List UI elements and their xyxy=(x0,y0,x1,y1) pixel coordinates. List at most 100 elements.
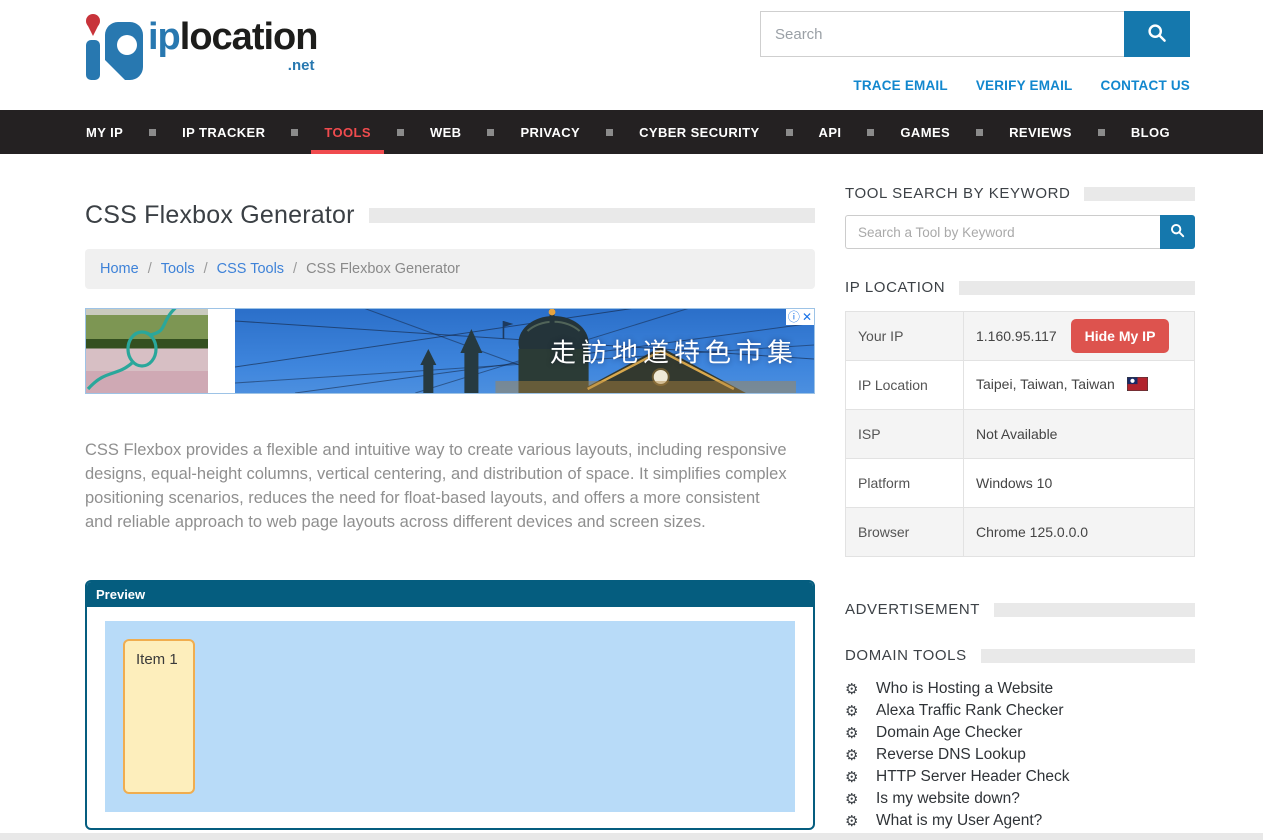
domain-tool-link[interactable]: Who is Hosting a Website xyxy=(876,680,1053,698)
heading-decoration xyxy=(369,208,815,223)
row-value: 1.160.95.117 Hide My IP xyxy=(964,312,1195,361)
site-search-button[interactable] xyxy=(1124,11,1190,57)
gear-icon: ⚙ xyxy=(845,724,876,742)
nav-separator xyxy=(606,129,613,136)
breadcrumb-tools[interactable]: Tools xyxy=(161,261,195,277)
nav-separator xyxy=(149,129,156,136)
breadcrumb-separator: / xyxy=(293,261,297,277)
domain-tool-link[interactable]: HTTP Server Header Check xyxy=(876,768,1070,786)
list-item[interactable]: ⚙ Who is Hosting a Website xyxy=(845,678,1195,700)
row-label: Platform xyxy=(846,459,964,508)
ad-choices: ⓘ ✕ xyxy=(786,309,814,325)
row-label: IP Location xyxy=(846,361,964,410)
list-item[interactable]: ⚙ Domain Age Checker xyxy=(845,722,1195,744)
nav-item-api[interactable]: API xyxy=(806,110,855,154)
row-label: Your IP xyxy=(846,312,964,361)
flex-preview-item: Item 1 xyxy=(123,639,195,794)
table-row: Platform Windows 10 xyxy=(846,459,1195,508)
flexbox-preview-card: Preview Item 1 xyxy=(85,580,815,830)
search-icon xyxy=(1170,223,1185,241)
ip-location-heading-text: IP LOCATION xyxy=(845,279,945,296)
breadcrumb-current: CSS Flexbox Generator xyxy=(306,261,460,277)
gear-icon: ⚙ xyxy=(845,746,876,764)
domain-tools-heading: DOMAIN TOOLS xyxy=(845,647,1195,664)
tool-search-input[interactable] xyxy=(845,215,1160,249)
intro-paragraph: CSS Flexbox provides a flexible and intu… xyxy=(85,438,791,534)
hide-my-ip-button[interactable]: Hide My IP xyxy=(1071,319,1170,353)
nav-separator xyxy=(291,129,298,136)
search-icon xyxy=(1147,23,1167,46)
ip-location-table: Your IP 1.160.95.117 Hide My IP IP Locat… xyxy=(845,311,1195,557)
table-row: ISP Not Available xyxy=(846,410,1195,459)
row-label: ISP xyxy=(846,410,964,459)
header-links: TRACE EMAIL VERIFY EMAIL CONTACT US xyxy=(760,78,1190,93)
nav-item-cybersecurity[interactable]: CYBER SECURITY xyxy=(626,110,772,154)
row-value: Taipei, Taiwan, Taiwan xyxy=(964,361,1195,410)
content-column: CSS Flexbox Generator Home / Tools / CSS… xyxy=(85,154,815,832)
contact-us-link[interactable]: CONTACT US xyxy=(1101,78,1191,93)
gear-icon: ⚙ xyxy=(845,702,876,720)
domain-tool-link[interactable]: Is my website down? xyxy=(876,790,1020,808)
your-ip-value: 1.160.95.117 xyxy=(976,328,1057,344)
site-logo[interactable]: iplocation .net xyxy=(80,10,317,110)
nav-item-ip-tracker[interactable]: IP TRACKER xyxy=(169,110,278,154)
verify-email-link[interactable]: VERIFY EMAIL xyxy=(976,78,1073,93)
nav-item-games[interactable]: GAMES xyxy=(887,110,963,154)
logo-location-text: location xyxy=(180,16,318,58)
logo-mark-icon xyxy=(80,10,144,89)
advertisement-heading-text: ADVERTISEMENT xyxy=(845,601,980,618)
domain-tool-link[interactable]: Alexa Traffic Rank Checker xyxy=(876,702,1064,720)
ad-info-icon[interactable]: ⓘ xyxy=(788,309,800,325)
tool-search-heading-text: TOOL SEARCH BY KEYWORD xyxy=(845,185,1070,202)
nav-item-privacy[interactable]: PRIVACY xyxy=(507,110,593,154)
nav-separator xyxy=(976,129,983,136)
list-item[interactable]: ⚙ What is my User Agent? xyxy=(845,810,1195,832)
ip-location-heading: IP LOCATION xyxy=(845,279,1195,296)
gear-icon: ⚙ xyxy=(845,768,876,786)
heading-decoration xyxy=(994,603,1195,617)
nav-separator xyxy=(397,129,404,136)
list-item[interactable]: ⚙ Alexa Traffic Rank Checker xyxy=(845,700,1195,722)
list-item[interactable]: ⚙ Is my website down? xyxy=(845,788,1195,810)
row-value: Windows 10 xyxy=(964,459,1195,508)
footer-strip xyxy=(0,833,1263,840)
nav-separator xyxy=(786,129,793,136)
logo-tld-text: .net xyxy=(148,58,317,73)
gear-icon: ⚙ xyxy=(845,812,876,830)
domain-tool-link[interactable]: Reverse DNS Lookup xyxy=(876,746,1026,764)
row-value: Not Available xyxy=(964,410,1195,459)
tool-search xyxy=(845,215,1195,249)
list-item[interactable]: ⚙ HTTP Server Header Check xyxy=(845,766,1195,788)
heading-decoration xyxy=(959,281,1195,295)
ad-left-image xyxy=(86,309,208,393)
ad-main-image: 走訪地道特色市集 ⓘ ✕ xyxy=(235,309,814,393)
list-item[interactable]: ⚙ Reverse DNS Lookup xyxy=(845,744,1195,766)
nav-item-tools[interactable]: TOOLS xyxy=(311,110,384,154)
nav-item-blog[interactable]: BLOG xyxy=(1118,110,1183,154)
breadcrumb-separator: / xyxy=(204,261,208,277)
heading-decoration xyxy=(1084,187,1195,201)
domain-tool-link[interactable]: Domain Age Checker xyxy=(876,724,1022,742)
table-row: Your IP 1.160.95.117 Hide My IP xyxy=(846,312,1195,361)
trace-email-link[interactable]: TRACE EMAIL xyxy=(853,78,947,93)
nav-separator xyxy=(487,129,494,136)
ad-banner[interactable]: 走訪地道特色市集 ⓘ ✕ xyxy=(85,308,815,394)
nav-item-my-ip[interactable]: MY IP xyxy=(73,110,136,154)
nav-item-reviews[interactable]: REVIEWS xyxy=(996,110,1085,154)
taiwan-flag-icon xyxy=(1127,377,1148,394)
breadcrumb-css-tools[interactable]: CSS Tools xyxy=(217,261,284,277)
row-label: Browser xyxy=(846,508,964,557)
advertisement-heading: ADVERTISEMENT xyxy=(845,601,1195,618)
breadcrumb-home[interactable]: Home xyxy=(100,261,139,277)
row-value: Chrome 125.0.0.0 xyxy=(964,508,1195,557)
site-header: iplocation .net TRACE EMAIL VERIFY EMAIL… xyxy=(0,0,1263,110)
nav-item-web[interactable]: WEB xyxy=(417,110,475,154)
logo-wordmark: iplocation .net xyxy=(148,18,317,73)
site-search-input[interactable] xyxy=(760,11,1124,57)
tool-search-button[interactable] xyxy=(1160,215,1195,249)
gear-icon: ⚙ xyxy=(845,680,876,698)
tool-search-heading: TOOL SEARCH BY KEYWORD xyxy=(845,185,1195,202)
domain-tool-link[interactable]: What is my User Agent? xyxy=(876,812,1042,830)
ad-close-icon[interactable]: ✕ xyxy=(802,309,812,325)
breadcrumb: Home / Tools / CSS Tools / CSS Flexbox G… xyxy=(85,249,815,289)
